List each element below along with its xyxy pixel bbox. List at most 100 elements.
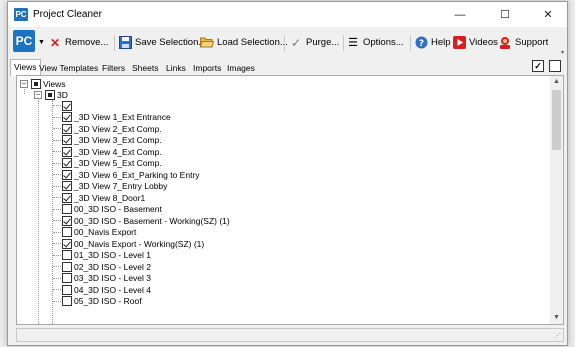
load-selection-label: Load Selection... [217,37,288,48]
tree-checkbox[interactable] [62,284,72,295]
tree-checkbox[interactable] [62,181,72,191]
tree-checkbox[interactable] [62,158,72,168]
tree-connector [53,197,61,198]
tree-checkbox[interactable] [62,238,72,249]
collapse-icon[interactable]: − [20,79,28,88]
maximize-button[interactable]: ☐ [485,2,525,27]
options-button[interactable]: ☰ Options... [346,34,404,51]
list-icon: ☰ [348,36,358,49]
toolbar-separator [114,35,115,51]
tab-filters[interactable]: Filters [98,60,129,75]
tree-item[interactable] [62,100,74,111]
tree-item-label: 00_Navis Export - Working(SZ) (1) [74,238,205,249]
tree-checkbox[interactable] [62,296,72,306]
toolbar-separator [284,35,285,51]
tree-connector [38,100,39,324]
tree-checkbox[interactable] [62,192,72,203]
tree-connector [24,89,25,94]
videos-button[interactable]: Videos [452,34,498,51]
uncheck-all-button[interactable] [549,60,561,72]
tree-item-label: _3D View 1_Ext Entrance [74,112,171,122]
red-x-icon: ✕ [49,35,61,50]
tree-item-label: _3D View 2_Ext Comp. [74,123,162,134]
tree-checkbox[interactable] [62,135,72,145]
tree-node-views[interactable]: − Views [20,78,66,89]
floppy-disk-icon [118,35,132,50]
tree-item[interactable]: 02_3D ISO - Level 2 [62,261,151,272]
tree-item-label: _3D View 4_Ext Comp. [74,146,162,157]
tab-imports[interactable]: Imports [189,60,225,75]
tree-item[interactable]: _3D View 2_Ext Comp. [62,123,162,134]
tree-item[interactable]: 00_Navis Export - Working(SZ) (1) [62,238,204,249]
tree-item-label: 05_3D ISO - Roof [74,296,142,306]
tree-checkbox[interactable] [62,146,72,157]
tree-item[interactable]: _3D View 8_Door1 [62,192,145,203]
tree-item-label: 04_3D ISO - Level 4 [74,284,152,295]
save-selection-button[interactable]: Save Selection... [118,34,206,51]
support-icon [498,36,512,50]
tree-item[interactable]: 03_3D ISO - Level 3 [62,273,151,284]
load-selection-button[interactable]: Load Selection... [199,34,288,51]
tree-item[interactable]: 05_3D ISO - Roof [62,296,142,307]
play-icon [452,35,466,50]
tab-sheets[interactable]: Sheets [128,60,162,75]
purge-button[interactable]: ✓ Purge... [289,34,339,51]
minimize-button[interactable]: — [440,2,480,27]
tree-checkbox[interactable] [62,112,72,122]
check-all-button[interactable]: ✓ [532,60,544,72]
close-button[interactable]: ✕ [528,2,568,27]
support-button[interactable]: Support [498,34,548,51]
app-icon: PC [14,8,28,21]
tree-item[interactable]: _3D View 7_Entry Lobby [62,181,167,192]
tree-checkbox[interactable] [62,250,72,260]
tab-images[interactable]: Images [223,60,259,75]
chevron-down-icon[interactable]: ▼ [38,39,45,46]
scroll-thumb[interactable] [552,90,561,150]
scroll-up-icon[interactable]: ▲ [550,76,563,88]
remove-button[interactable]: ✕ Remove... [48,34,108,51]
tree-item[interactable]: _3D View 1_Ext Entrance [62,112,171,123]
tree-item[interactable]: 04_3D ISO - Level 4 [62,284,151,295]
scroll-down-icon[interactable]: ▼ [550,312,563,324]
tree-checkbox[interactable] [62,204,72,214]
views-tree-panel: − Views − 3D _3D View 1_Ext Entrance _3D … [16,75,564,325]
tree-item-label: 03_3D ISO - Level 3 [74,273,152,283]
tab-view-templates[interactable]: View Templates [35,60,102,75]
tree-item[interactable]: 01_3D ISO - Level 1 [62,250,151,261]
tree-checkbox[interactable] [62,169,72,180]
toolbar-overflow-icon[interactable]: ▾ [561,49,564,56]
tree-connector [53,151,61,152]
folder-open-icon [199,36,215,50]
tree-item-label: _3D View 7_Entry Lobby [74,181,168,191]
tree-item[interactable]: _3D View 4_Ext Comp. [62,146,162,157]
tree-item[interactable]: _3D View 3_Ext Comp. [62,135,162,146]
tree-connector [53,243,61,244]
help-button[interactable]: ? Help [414,34,451,51]
collapse-icon[interactable]: − [34,90,42,99]
tree-item[interactable]: 00_Navis Export [62,227,136,238]
tree-checkbox[interactable] [62,273,72,283]
tree-checkbox[interactable] [62,100,72,111]
pc-logo-button[interactable]: PC [13,30,35,52]
tree-item[interactable]: 00_3D ISO - Basement [62,204,162,215]
tree-item[interactable]: 00_3D ISO - Basement - Working(SZ) (1) [62,215,230,226]
tree-checkbox[interactable] [62,123,72,134]
tree-checkbox[interactable] [62,227,72,237]
tree-node-3d[interactable]: − 3D [34,89,68,100]
tree-connector [53,254,61,256]
tree-checkbox[interactable] [31,78,41,89]
vertical-scrollbar[interactable]: ▲ ▼ [550,76,563,324]
tree-connector [52,100,53,324]
tree-checkbox[interactable] [62,261,72,272]
tree-connector [53,174,61,175]
tree-checkbox[interactable] [62,215,72,226]
tab-links[interactable]: Links [162,60,190,75]
save-selection-label: Save Selection... [135,37,207,48]
tree-node-label: Views [43,78,66,89]
tree-checkbox[interactable] [45,89,55,100]
toolbar-separator [343,35,344,51]
tree-connector [53,185,61,187]
tree-item[interactable]: _3D View 5_Ext Comp. [62,158,162,169]
tree-item[interactable]: _3D View 6_Ext_Parking to Entry [62,169,200,180]
resize-grip-icon[interactable]: ⋰ [554,332,561,340]
